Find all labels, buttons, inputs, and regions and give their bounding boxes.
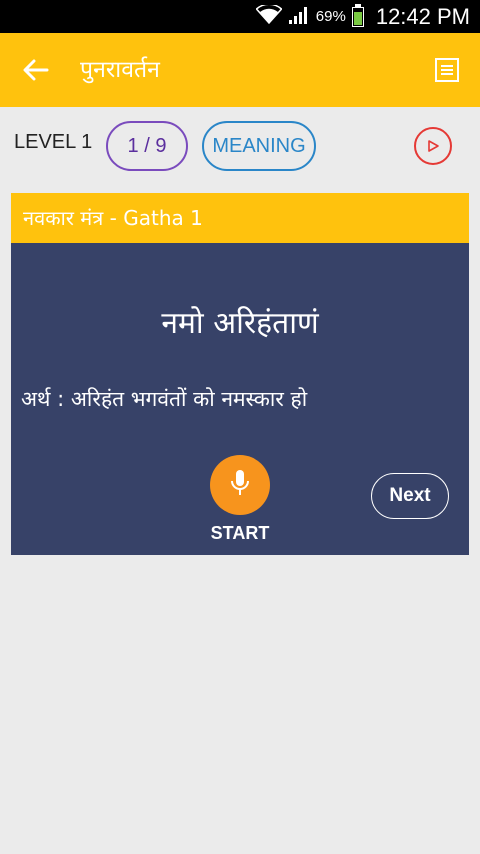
wifi-icon <box>255 3 283 29</box>
level-label: LEVEL 1 <box>14 131 93 153</box>
signal-icon <box>288 5 310 29</box>
app-bar: पुनरावर्तन <box>0 33 480 107</box>
level-bar: LEVEL 1 1 / 9 MEANING <box>0 107 480 187</box>
progress-count-badge: 1 / 9 <box>106 121 188 171</box>
list-icon[interactable] <box>434 57 460 83</box>
meaning-text: अर्थ : अरिहंत भगवंतों को नमस्कार हो <box>21 387 308 411</box>
start-label: START <box>210 523 270 543</box>
status-bar: 69% 12:42 PM <box>0 0 480 33</box>
battery-icon <box>351 3 364 27</box>
battery-percent: 69% <box>315 8 346 25</box>
arrow-left-icon[interactable] <box>18 52 54 88</box>
microphone-button[interactable] <box>210 455 270 515</box>
verse-text: नमो अरिहंताणं <box>161 306 319 341</box>
meaning-button[interactable]: MEANING <box>202 121 316 171</box>
next-button[interactable]: Next <box>371 473 449 519</box>
play-icon[interactable] <box>414 127 452 165</box>
page-title: पुनरावर्तन <box>80 57 160 83</box>
verse-card: नवकार मंत्र - Gatha 1 नमो अरिहंताणं अर्थ… <box>11 193 469 555</box>
microphone-icon <box>229 468 251 502</box>
clock: 12:42 PM <box>375 3 470 29</box>
card-header: नवकार मंत्र - Gatha 1 <box>11 193 469 243</box>
